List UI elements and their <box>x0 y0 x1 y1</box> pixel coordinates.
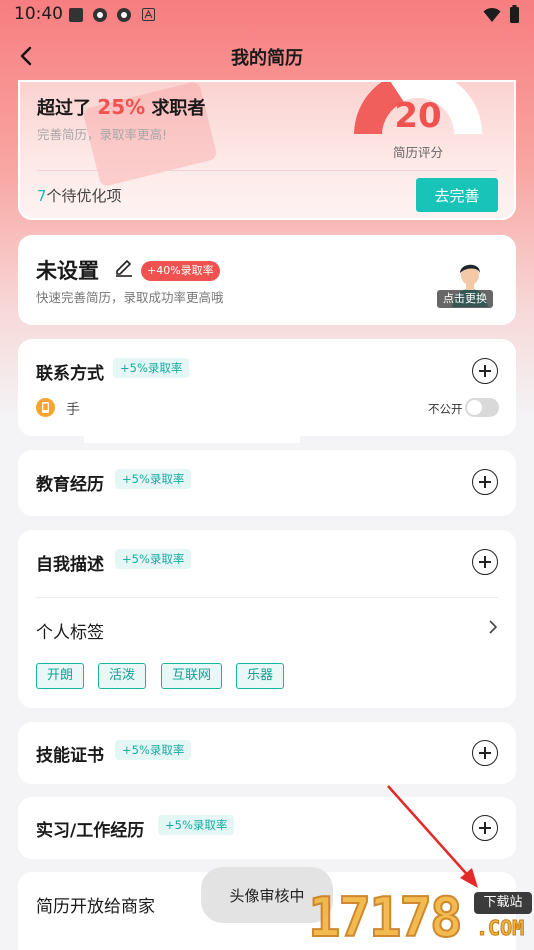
todo-count: 7 <box>37 187 47 205</box>
internship-bonus-badge: +5%录取率 <box>158 815 235 835</box>
watermark-com: .COM <box>475 916 525 941</box>
divider <box>36 597 498 598</box>
personal-tag[interactable]: 开朗 <box>36 663 85 689</box>
app-notification-icon <box>142 8 155 21</box>
beat-percentage-text: 超过了 25% 求职者 <box>37 94 205 120</box>
skills-bonus-badge: +5%录取率 <box>115 740 192 760</box>
phone-icon <box>36 398 55 417</box>
app-notification-icon <box>117 8 131 22</box>
education-bonus-badge: +5%录取率 <box>115 469 192 489</box>
profile-card[interactable]: 未设置 +40%录取率 快速完善简历，录取成功率更高哦 点击更换 <box>18 235 516 325</box>
app-notification-icon <box>69 8 83 22</box>
divider <box>37 170 497 171</box>
add-education-button[interactable] <box>472 469 498 495</box>
battery-icon <box>510 5 519 23</box>
contact-bonus-badge: +5%录取率 <box>113 358 190 378</box>
todo-label: 个待优化项 <box>46 187 122 205</box>
open-resume-title: 简历开放给商家 <box>36 897 155 917</box>
education-section-card: 教育经历 +5%录取率 <box>18 450 516 516</box>
todo-items-text: 7个待优化项 <box>37 185 122 206</box>
status-bar: 10:40 <box>0 0 534 30</box>
page-title: 我的简历 <box>231 48 303 69</box>
phone-label: 手 <box>66 402 80 418</box>
score-label: 简历评分 <box>392 145 443 160</box>
personal-tags-title[interactable]: 个人标签 <box>36 618 104 643</box>
watermark-site-label: 下载站 <box>474 892 532 914</box>
skills-section-card: 技能证书 +5%录取率 <box>18 722 516 784</box>
profile-subtitle: 快速完善简历，录取成功率更高哦 <box>36 290 224 305</box>
education-title: 教育经历 <box>36 475 104 495</box>
beat-percent: 25% <box>97 95 146 119</box>
internship-title: 实习/工作经历 <box>36 821 145 841</box>
status-indicators <box>483 5 520 24</box>
private-toggle-label: 不公开 <box>428 402 463 416</box>
description-section-card: 自我描述 +5%录取率 个人标签 开朗 活泼 互联网 乐器 <box>18 530 516 708</box>
contact-title: 联系方式 <box>36 364 104 384</box>
add-description-button[interactable] <box>472 549 498 575</box>
resume-score-card: 超过了 25% 求职者 完善简历，录取率更高! 20 简历评分 7个待优化项 去… <box>18 80 516 220</box>
personal-tag[interactable]: 乐器 <box>236 663 285 689</box>
beat-prefix: 超过了 <box>37 98 91 119</box>
contact-section-card: 联系方式 +5%录取率 手 不公开 <box>18 339 516 443</box>
watermark-digits: 17178 <box>307 885 464 950</box>
status-time: 10:40 <box>14 4 63 24</box>
profile-bonus-badge: +40%录取率 <box>141 261 220 281</box>
edit-pencil-icon[interactable] <box>114 257 134 277</box>
score-value: 20 <box>394 96 442 136</box>
personal-tag[interactable]: 活泼 <box>98 663 147 689</box>
complete-resume-button[interactable]: 去完善 <box>416 178 498 212</box>
private-toggle[interactable] <box>465 398 499 417</box>
personal-tag[interactable]: 互联网 <box>161 663 223 689</box>
add-contact-button[interactable] <box>472 358 498 384</box>
description-bonus-badge: +5%录取率 <box>115 549 192 569</box>
description-title: 自我描述 <box>36 555 104 575</box>
chevron-right-icon[interactable] <box>488 620 498 634</box>
wifi-icon <box>483 7 501 22</box>
change-avatar-label[interactable]: 点击更换 <box>437 290 493 308</box>
phone-number-redacted <box>84 387 300 443</box>
score-subtitle: 完善简历，录取率更高! <box>37 127 168 142</box>
add-skill-button[interactable] <box>472 740 498 766</box>
skills-title: 技能证书 <box>36 746 104 766</box>
app-notification-icon <box>93 8 107 22</box>
profile-name: 未设置 <box>36 259 99 283</box>
navigation-bar: 我的简历 <box>0 36 534 76</box>
watermark-logo: 17178 下载站 .COM <box>307 880 534 950</box>
beat-suffix: 求职者 <box>151 98 206 119</box>
